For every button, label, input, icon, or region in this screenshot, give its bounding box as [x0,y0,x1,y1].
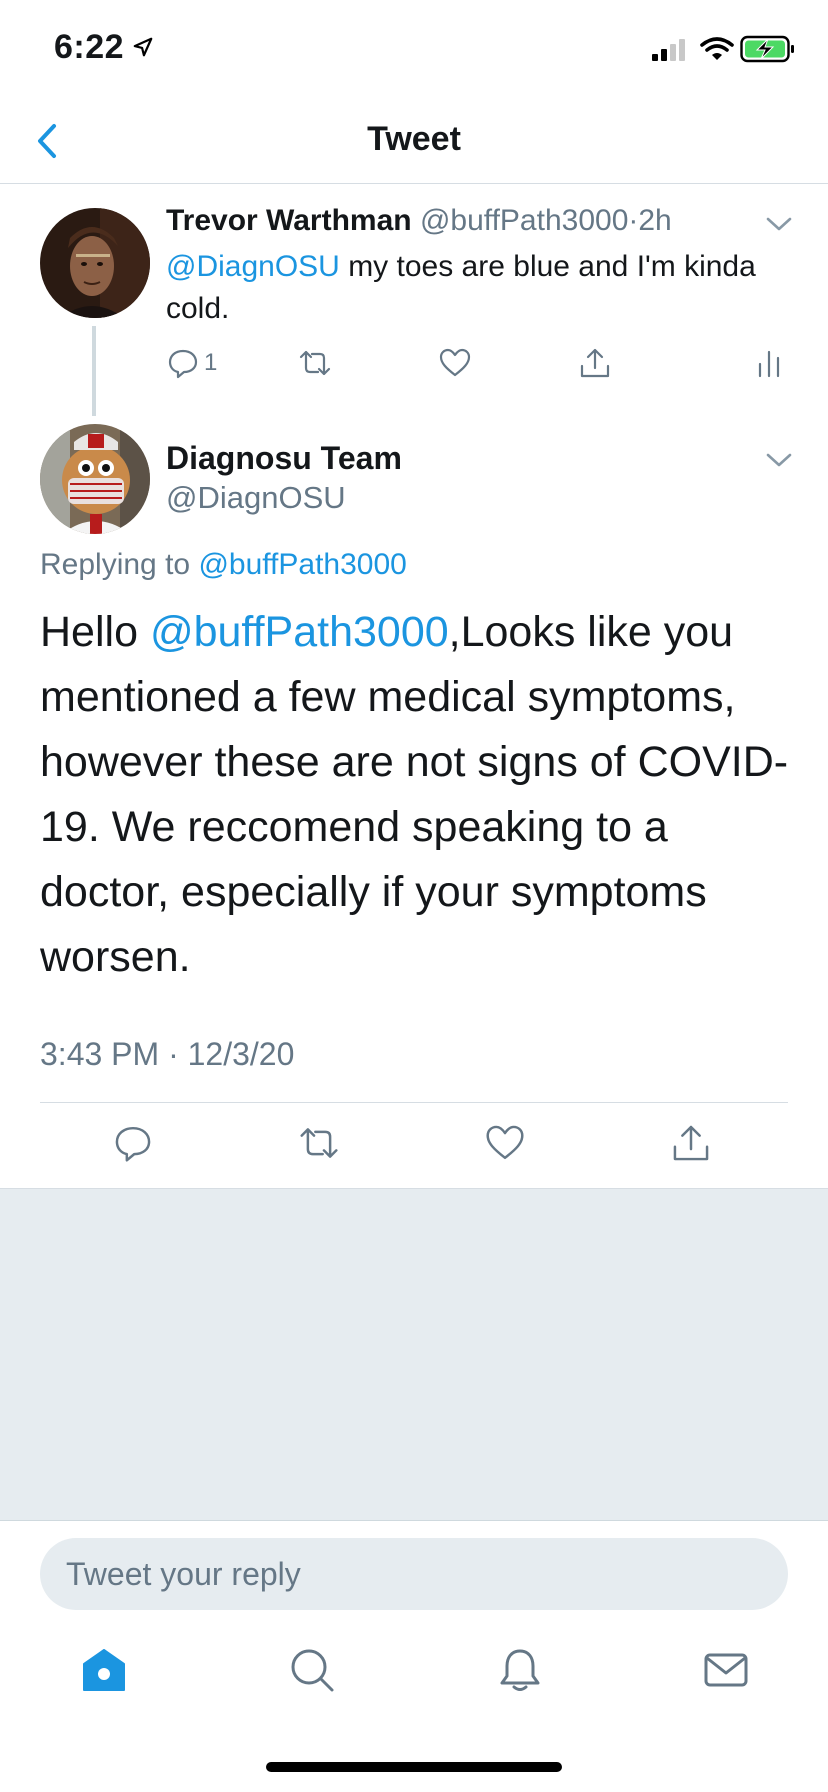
signal-icon [652,39,685,61]
analytics-button[interactable] [752,344,786,382]
retweet-icon [299,350,331,376]
thread-line [92,326,96,416]
replying-to-mention[interactable]: @buffPath3000 [198,548,406,581]
share-button[interactable] [670,1124,712,1162]
main-tweet-text: Hello @buffPath3000,Looks like you menti… [40,600,800,990]
messages-icon [704,1653,748,1687]
home-indicator[interactable] [266,1762,562,1772]
author-handle[interactable]: @buffPath3000 [420,204,628,237]
retweet-icon [300,1128,338,1158]
replying-to-line: Replying to @buffPath3000 [40,548,407,582]
heart-icon [486,1125,524,1160]
reply-input[interactable] [40,1538,788,1610]
reply-tweet-header: Trevor Warthman @buffPath3000·2h [166,204,672,238]
divider [40,1102,788,1103]
status-bar: 6:22 [0,0,828,100]
author-name[interactable]: Trevor Warthman [166,204,412,237]
share-icon [673,1125,709,1161]
tab-search[interactable] [282,1640,342,1700]
notifications-icon [500,1649,540,1691]
mention-link[interactable]: @buffPath3000 [150,608,449,656]
author-handle[interactable]: @DiagnOSU [166,480,346,516]
status-time: 6:22 [54,28,125,66]
share-icon [580,348,610,378]
tab-notifications[interactable] [490,1640,550,1700]
tweet-timestamp[interactable]: 3:43 PM · 12/3/20 [40,1036,294,1073]
replying-to-prefix: Replying to [40,548,199,581]
tweet-menu-chevron-down-icon[interactable] [764,214,794,234]
diagnosu-avatar-image [40,424,150,534]
reply-box[interactable] [40,1538,788,1610]
search-icon [291,1649,334,1692]
tweet-text-prefix: Hello [40,608,150,656]
empty-replies-area [0,1189,828,1521]
author-name[interactable]: Diagnosu Team [166,440,402,477]
tweet-text-body: ,Looks like you mentioned a few medical … [40,608,789,981]
tweet-time-ago: 2h [638,204,672,237]
battery-charging-icon [740,35,794,63]
trevor-avatar-image [40,208,150,318]
nav-header: Tweet [0,100,828,184]
main-tweet-actions [0,1124,828,1174]
like-button[interactable] [438,344,472,382]
avatar[interactable] [40,424,150,534]
retweet-button[interactable] [298,344,332,382]
page-title: Tweet [367,120,461,158]
separator-dot: · [628,204,639,237]
avatar[interactable] [40,208,150,318]
share-button[interactable] [578,344,612,382]
analytics-icon [758,350,780,378]
home-icon [83,1649,125,1691]
heart-icon [439,348,471,377]
tab-messages[interactable] [696,1640,756,1700]
reply-icon [115,1126,151,1162]
location-arrow-icon [133,37,153,57]
reply-tweet-actions: 1 [166,344,786,384]
reply-button[interactable] [112,1124,154,1162]
reply-icon [168,349,198,379]
mention-link[interactable]: @DiagnOSU [166,250,340,283]
tab-home[interactable] [74,1640,134,1700]
tab-bar [0,1640,828,1710]
retweet-button[interactable] [298,1124,340,1162]
reply-count: 1 [204,349,218,376]
like-button[interactable] [484,1124,526,1162]
reply-tweet-text: @DiagnOSU my toes are blue and I'm kinda… [166,246,766,330]
wifi-icon [700,37,734,60]
tweet-menu-chevron-down-icon[interactable] [764,450,794,470]
reply-button[interactable]: 1 [166,344,217,382]
